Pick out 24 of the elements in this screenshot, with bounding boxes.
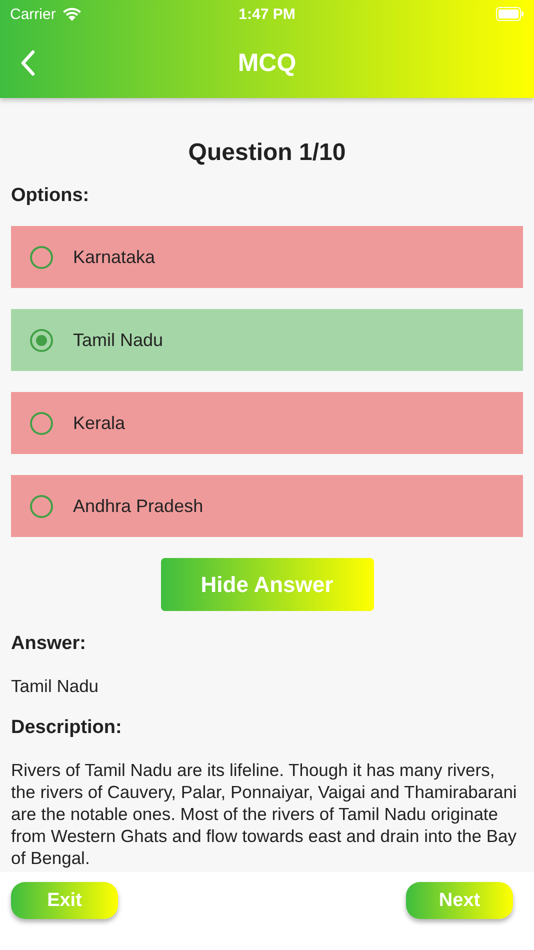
option-label: Karnataka bbox=[73, 246, 156, 268]
options-label: Options: bbox=[11, 185, 90, 207]
option-label: Kerala bbox=[73, 412, 126, 434]
radio-button[interactable] bbox=[30, 246, 53, 268]
radio-button[interactable] bbox=[30, 494, 53, 518]
option-row[interactable]: Karnataka bbox=[11, 226, 523, 288]
description-text: Rivers of Tamil Nadu are its lifeline. Though it has many rivers, the rivers of Cauvery, Palar, Ponnaiyar, Vaigai and Thamirabarani are the notable ones. Most of the rivers of Tamil Nadu originate from Western Ghats and flow towards east and drain into the Bay of Bengal. bbox=[11, 759, 518, 869]
page-title: MCQ bbox=[238, 48, 296, 78]
battery-icon bbox=[496, 7, 524, 21]
carrier-label: Carrier bbox=[10, 6, 56, 22]
answer-text: Tamil Nadu bbox=[11, 675, 100, 697]
wifi-icon bbox=[62, 6, 82, 22]
radio-button[interactable] bbox=[30, 412, 53, 434]
radio-button[interactable] bbox=[30, 328, 53, 352]
back-icon[interactable] bbox=[20, 50, 36, 76]
description-label: Description: bbox=[11, 717, 123, 739]
option-label: Tamil Nadu bbox=[73, 330, 164, 350]
clock-time: 1:47 PM bbox=[238, 6, 296, 22]
option-row[interactable]: Kerala bbox=[11, 392, 523, 454]
option-label: Andhra Pradesh bbox=[73, 496, 204, 516]
answer-label: Answer: bbox=[11, 633, 87, 655]
option-row[interactable]: Andhra Pradesh bbox=[11, 475, 523, 537]
option-row[interactable]: Tamil Nadu bbox=[11, 309, 523, 371]
question-title: Question 1/10 bbox=[187, 139, 347, 167]
